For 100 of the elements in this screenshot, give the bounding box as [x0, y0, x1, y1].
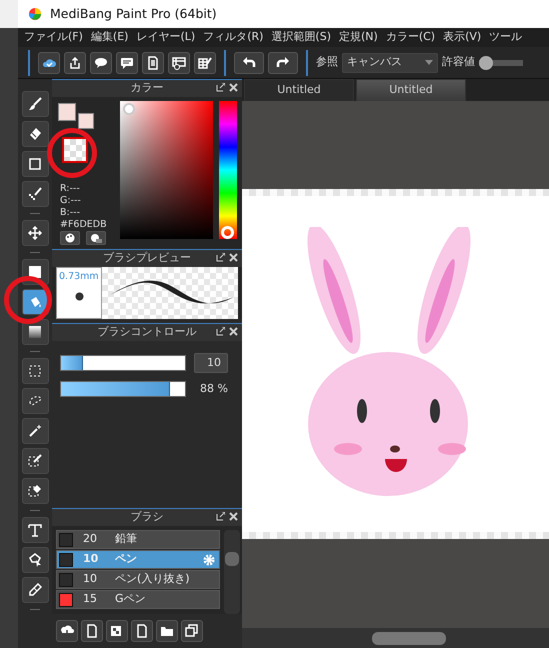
popout-icon[interactable]: [216, 512, 225, 521]
app-logo-icon: [28, 7, 42, 21]
horizontal-scrollbar[interactable]: [242, 628, 549, 648]
picker-handle[interactable]: [123, 103, 135, 115]
panel-title: ブラシコントロール: [98, 324, 196, 340]
close-icon[interactable]: [229, 327, 238, 336]
vertical-scrollbar[interactable]: [224, 530, 240, 614]
menu-item[interactable]: フィルタ(R): [203, 29, 264, 46]
undo-button[interactable]: [234, 52, 264, 74]
speech-bubble-icon: [94, 56, 108, 70]
copy-icon: [185, 624, 199, 638]
new-page-icon: [85, 624, 99, 638]
new-page-button[interactable]: [81, 620, 103, 642]
undo-icon: [242, 56, 256, 70]
popout-icon[interactable]: [216, 327, 225, 336]
reference-dropdown[interactable]: キャンバス: [342, 52, 438, 72]
brush-dot-icon: [75, 292, 84, 301]
grid-edit-button[interactable]: [194, 52, 216, 74]
folder-button[interactable]: [156, 620, 178, 642]
brush-size-text: 15: [83, 591, 98, 608]
comment-button[interactable]: [116, 52, 138, 74]
speech-bubble-button[interactable]: [90, 52, 112, 74]
move-tool[interactable]: [22, 220, 48, 246]
slider-thumb[interactable]: [479, 56, 493, 70]
share-button[interactable]: [64, 52, 86, 74]
polygon-pointer-tool[interactable]: [22, 547, 48, 573]
opacity-reading: 88 %: [199, 381, 228, 397]
document-icon: [146, 56, 160, 70]
hue-slider[interactable]: [219, 101, 237, 239]
popout-icon[interactable]: [216, 83, 225, 92]
redo-icon: [276, 56, 290, 70]
select-rectangle-tool[interactable]: [22, 358, 48, 384]
panel-title: ブラシ: [130, 509, 164, 526]
brush-list-item[interactable]: 10 ペン(入り抜き): [56, 570, 220, 589]
polygon-pointer-icon: [28, 553, 42, 567]
share-icon: [68, 56, 82, 70]
saturation-value-picker[interactable]: [120, 101, 213, 239]
document-button[interactable]: [142, 52, 164, 74]
select-pen-tool[interactable]: [22, 448, 48, 474]
menu-item[interactable]: ファイル(F): [24, 29, 83, 46]
transparent-color-swatch[interactable]: [62, 137, 88, 163]
eraser-pen-tool[interactable]: [22, 577, 48, 603]
brush-size-text: 20: [83, 531, 98, 548]
color-picker-icon: [90, 233, 102, 243]
settings-icon[interactable]: [203, 554, 215, 566]
list-clock-button[interactable]: [168, 52, 190, 74]
hex-value-text: #F6DEDB: [60, 219, 107, 230]
tolerance-label: 許容値: [442, 54, 475, 70]
menu-item[interactable]: 編集(E): [90, 29, 128, 46]
brush-slider-track[interactable]: [60, 381, 186, 398]
color-picker-button[interactable]: [86, 231, 106, 245]
menu-item[interactable]: ツール: [489, 29, 522, 46]
menu-item[interactable]: 選択範囲(S): [271, 29, 331, 46]
text-tool[interactable]: [22, 517, 48, 543]
size-input[interactable]: 10: [194, 353, 228, 373]
brush-tool[interactable]: [22, 91, 48, 117]
eraser-tool[interactable]: [22, 121, 48, 147]
panel-title: カラー: [130, 80, 164, 96]
scroll-thumb[interactable]: [372, 632, 446, 645]
select-eraser-tool[interactable]: [22, 478, 48, 504]
palette-icon: [64, 233, 76, 243]
hue-handle[interactable]: [221, 226, 234, 239]
popout-icon[interactable]: [216, 253, 225, 262]
foreground-color-swatch[interactable]: [78, 113, 94, 129]
menu-item[interactable]: 表示(V): [443, 29, 482, 46]
background-color-swatch[interactable]: [58, 103, 76, 121]
rectangle-tool[interactable]: [22, 151, 48, 177]
scroll-thumb[interactable]: [225, 552, 239, 566]
close-icon[interactable]: [229, 512, 238, 521]
rectangle-icon: [28, 157, 42, 171]
redo-button[interactable]: [268, 52, 298, 74]
brush-size-text: 10: [83, 571, 98, 588]
menu-item[interactable]: レイヤー(L): [136, 29, 196, 46]
palette-button[interactable]: [60, 231, 80, 245]
document-tab[interactable]: Untitled: [356, 79, 466, 101]
grid-edit-icon: [198, 56, 212, 70]
select-eraser-icon: [28, 484, 42, 498]
cloud-download-button[interactable]: [56, 620, 78, 642]
brush-slider-track[interactable]: [60, 355, 186, 371]
brush-name-text: ペン(入り抜き): [115, 571, 190, 588]
brush-list-item[interactable]: 20 鉛筆: [56, 530, 220, 549]
magic-wand-tool[interactable]: [22, 418, 48, 444]
brush-list-item[interactable]: 15 Gペン: [56, 590, 220, 609]
cloud-button[interactable]: [38, 52, 60, 74]
close-icon[interactable]: [229, 83, 238, 92]
bucket-tool[interactable]: [22, 289, 48, 315]
menu-item[interactable]: カラー(C): [386, 29, 436, 46]
copy-button[interactable]: [181, 620, 203, 642]
menu-item[interactable]: 定規(N): [339, 29, 378, 46]
lasso-icon: [28, 394, 42, 408]
reference-label: 参照: [316, 54, 338, 70]
color-value-text: R:---: [60, 183, 80, 194]
brush-name-text: 鉛筆: [115, 531, 137, 548]
gradient-icon: [28, 325, 42, 339]
color-value-text: B:---: [60, 207, 80, 218]
document-tab[interactable]: Untitled: [244, 79, 354, 101]
checker-page-button[interactable]: [106, 620, 128, 642]
close-icon[interactable]: [229, 253, 238, 262]
lasso-tool[interactable]: [22, 388, 48, 414]
dot-brush-tool[interactable]: [22, 181, 48, 207]
